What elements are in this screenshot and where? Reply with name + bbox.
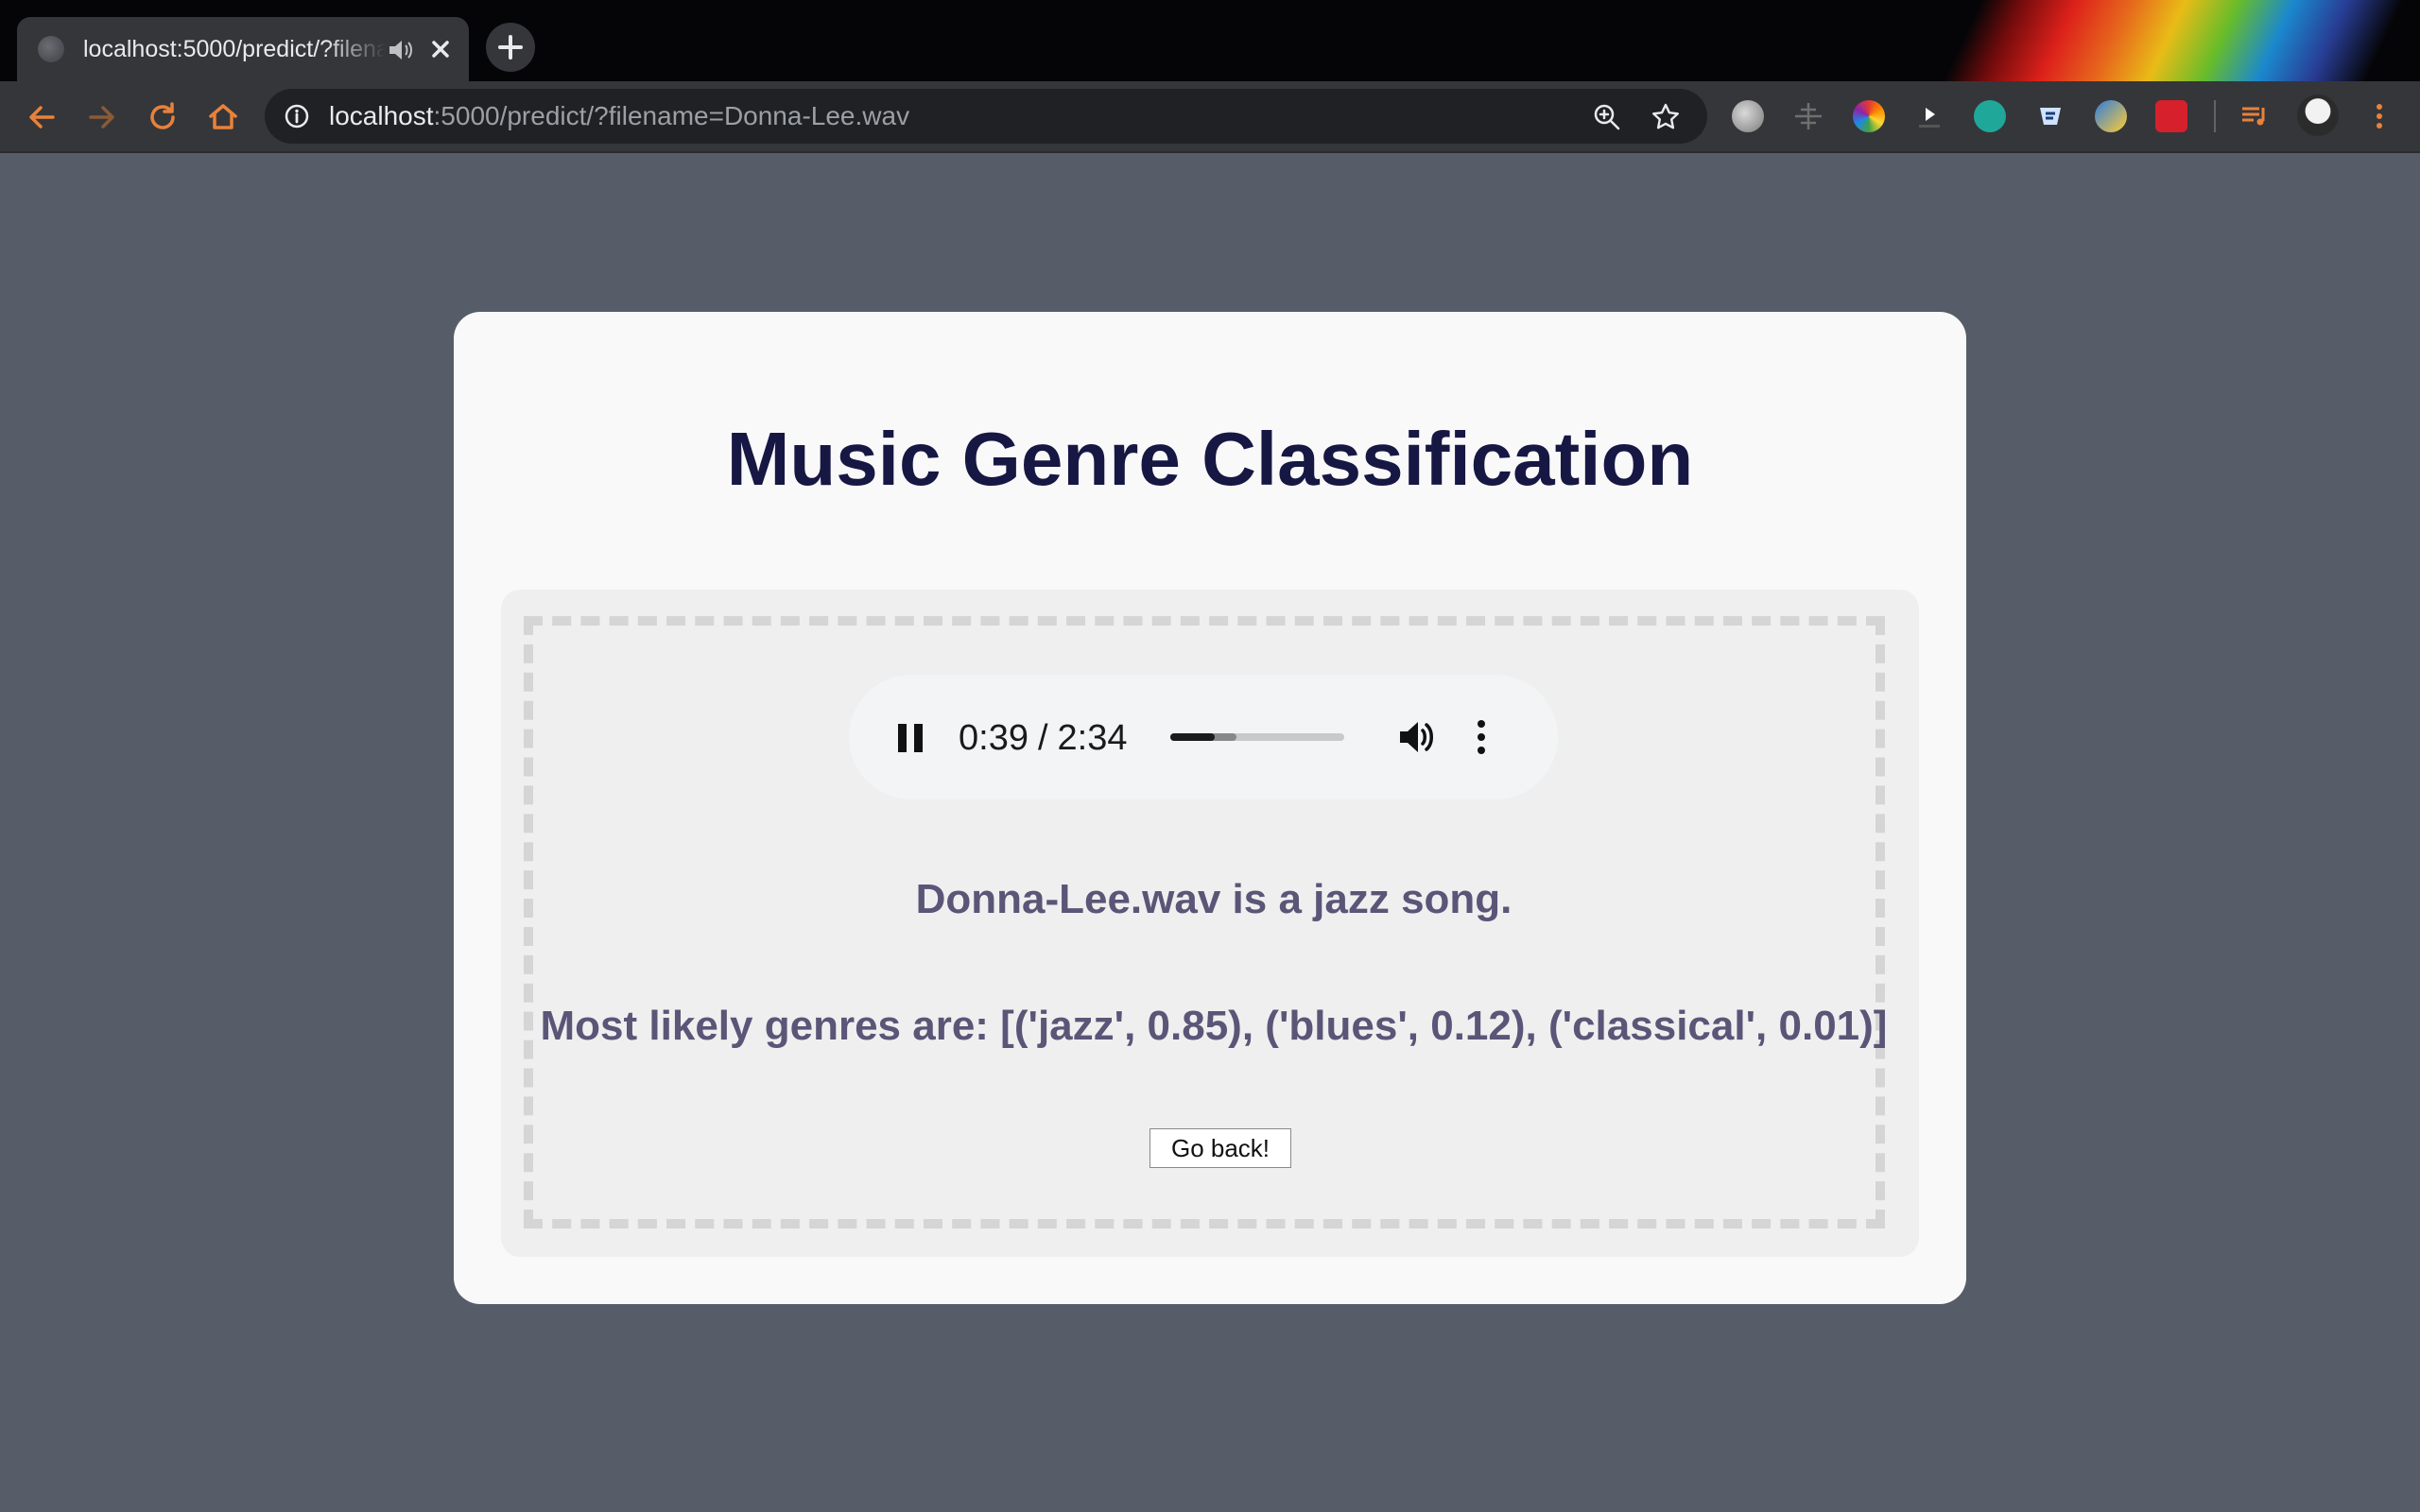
extension-icon[interactable] [1732,100,1764,132]
url-text[interactable]: localhost:5000/predict/?filename=Donna-L… [329,101,909,131]
theme-background [1777,0,2420,81]
current-time: 0:39 [959,718,1028,758]
avatar[interactable] [2297,94,2339,136]
page-title: Music Genre Classification [726,417,1694,501]
arrow-right-icon[interactable] [83,98,121,136]
close-icon[interactable] [425,34,456,64]
seek-progress [1170,733,1215,741]
time-separator: / [1037,718,1048,758]
volume-icon[interactable] [1397,718,1439,756]
home-icon[interactable] [204,98,242,136]
color-wheel-icon[interactable] [1853,100,1885,132]
main-card: Music Genre Classification 0:39/2:34 Don… [454,312,1966,1304]
extension-icon[interactable] [1792,100,1824,132]
globe-icon [38,36,64,62]
result-panel: 0:39/2:34 Donna-Lee.wav is a jazz song. … [501,590,1919,1257]
browser-tab[interactable]: localhost:5000/predict/?filename=Donna-L… [17,17,469,81]
dashed-frame: 0:39/2:34 Donna-Lee.wav is a jazz song. … [524,616,1887,1228]
media-icon[interactable] [2155,100,2187,132]
url-host: localhost [329,101,434,130]
url-path: :5000/predict/?filename=Donna-Lee.wav [433,101,910,130]
star-icon[interactable] [1651,102,1681,132]
play-icon[interactable] [1913,100,1945,132]
kebab-menu-icon[interactable] [2363,100,2395,132]
more-options-icon[interactable] [1475,718,1488,756]
new-tab-button[interactable] [486,23,535,72]
pause-icon[interactable] [896,722,925,754]
extension-icon[interactable] [2034,100,2066,132]
tab-strip: localhost:5000/predict/?filename=Donna-L… [0,0,2420,81]
browser-toolbar: localhost:5000/predict/?filename=Donna-L… [0,81,2420,153]
compass-icon[interactable] [2095,100,2127,132]
duration: 2:34 [1057,718,1128,758]
toolbar-divider [2214,100,2216,132]
m-icon[interactable] [1974,100,2006,132]
tab-title: localhost:5000/predict/?filename=Donna-L… [83,36,386,62]
prediction-text: Donna-Lee.wav is a jazz song. [915,876,1512,922]
go-back-button[interactable]: Go back! [1150,1128,1291,1168]
address-bar[interactable]: localhost:5000/predict/?filename=Donna-L… [265,89,1707,144]
plus-icon [498,35,523,60]
playlist-icon[interactable] [2238,100,2271,132]
speaker-icon[interactable] [388,38,416,62]
info-icon[interactable] [284,103,310,129]
zoom-icon[interactable] [1592,102,1622,132]
likely-genres-text: Most likely genres are: [('jazz', 0.85),… [540,1003,1888,1049]
arrow-left-icon[interactable] [23,98,60,136]
reload-icon[interactable] [144,98,182,136]
audio-player[interactable]: 0:39/2:34 [849,675,1558,799]
time-display: 0:39/2:34 [959,716,1128,760]
seek-slider[interactable] [1170,733,1344,741]
